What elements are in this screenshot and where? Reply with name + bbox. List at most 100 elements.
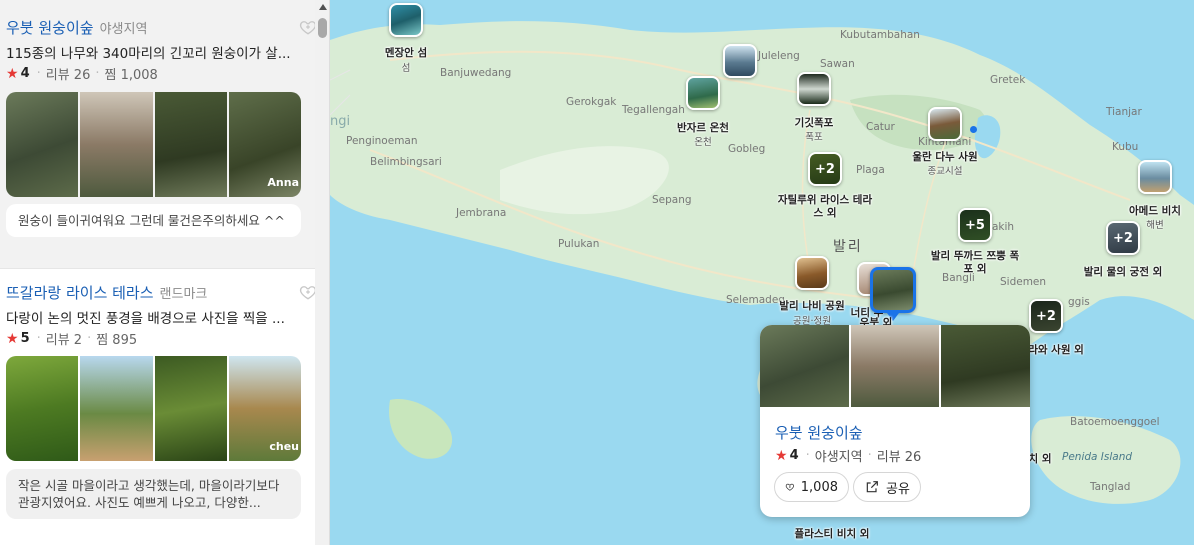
star-icon: ★ bbox=[6, 65, 19, 82]
marker-name: 아메드 비치 bbox=[1129, 205, 1181, 217]
popup-photo[interactable] bbox=[760, 325, 849, 407]
review-count: 리뷰 26 bbox=[45, 68, 91, 83]
marker-name: 발리 물의 궁전 외 bbox=[1083, 266, 1163, 278]
popup-photo[interactable] bbox=[850, 325, 940, 407]
results-sidebar: 우붓 원숭이숲 야생지역 115종의 나무와 340마리의 긴꼬리 원숭이가 살… bbox=[0, 0, 330, 545]
map-area-label: 발리 bbox=[833, 239, 863, 255]
map-place-marker[interactable] bbox=[795, 256, 829, 290]
review-count: 리뷰 2 bbox=[45, 333, 83, 348]
place-category: 야생지역 bbox=[99, 21, 148, 37]
selected-place-marker[interactable] bbox=[870, 267, 916, 313]
photo-author: Anna bbox=[267, 176, 299, 189]
marker-category: 폭포 bbox=[805, 132, 823, 143]
place-photo[interactable]: Anna bbox=[228, 92, 301, 197]
map-area-label: Tanglad bbox=[1090, 481, 1131, 493]
map-place-marker[interactable] bbox=[723, 44, 757, 78]
map-area-label: Belimbingsari bbox=[370, 156, 442, 168]
place-name-link[interactable]: 우붓 원숭이숲 bbox=[6, 17, 94, 38]
like-count: 1,008 bbox=[800, 479, 838, 495]
marker-name: 치 외 bbox=[1028, 453, 1052, 465]
save-count: 찜 895 bbox=[96, 333, 138, 348]
place-photo[interactable] bbox=[154, 356, 227, 461]
popup-photo[interactable] bbox=[941, 325, 1030, 407]
separator-dot: · bbox=[805, 448, 810, 463]
location-dot bbox=[970, 126, 977, 133]
cluster-count: +2 bbox=[1031, 301, 1061, 331]
marker-category: 종교시설 bbox=[927, 166, 963, 177]
map-area-label: Juleleng bbox=[758, 50, 800, 62]
marker-name: 울란 다누 사원 bbox=[912, 151, 978, 163]
marker-name: 플라스티 비치 외 bbox=[794, 528, 870, 540]
separator-dot: · bbox=[36, 66, 41, 81]
place-name-link[interactable]: 뜨갈라랑 라이스 테라스 bbox=[6, 282, 154, 303]
map-area-label: Penida Island bbox=[1062, 451, 1133, 463]
review-snippet[interactable]: 작은 시골 마을이라고 생각했는데, 마을이라기보다 관광지였어요. 사진도 예… bbox=[6, 469, 301, 519]
star-icon: ★ bbox=[6, 330, 19, 347]
separator-dot: · bbox=[867, 448, 872, 463]
map-area-label: Sepang bbox=[652, 194, 692, 206]
map-area-label: Plaga bbox=[856, 164, 885, 176]
cluster-count: +5 bbox=[960, 210, 990, 240]
map-cluster-marker[interactable]: +2 bbox=[808, 152, 842, 186]
share-icon bbox=[866, 481, 878, 493]
map-area-label: Kubutambahan bbox=[840, 29, 920, 41]
place-popup-card[interactable]: 우붓 원숭이숲 ★ 4 · 야생지역 · 리뷰 26 1,008 공유 bbox=[760, 325, 1030, 517]
like-button[interactable]: 1,008 bbox=[774, 472, 849, 502]
place-photo[interactable] bbox=[6, 92, 79, 197]
map-area-label: Sidemen bbox=[1000, 276, 1047, 288]
rating-value: 5 bbox=[20, 331, 30, 346]
popup-place-name[interactable]: 우붓 원숭이숲 bbox=[775, 422, 863, 443]
popup-review-count: 리뷰 26 bbox=[876, 450, 922, 465]
share-label: 공유 bbox=[886, 481, 910, 497]
map-place-marker[interactable] bbox=[389, 3, 423, 37]
place-photo[interactable] bbox=[80, 356, 153, 461]
review-snippet[interactable]: 원숭이 들이귀여워요 그런데 물건은주의하세요 ^^ bbox=[6, 204, 301, 237]
separator-dot: · bbox=[36, 331, 41, 346]
map-area-label: Pulukan bbox=[558, 238, 600, 250]
marker-name: 자틸루위 라이스 테라스 외 bbox=[777, 194, 873, 219]
marker-category: 해변 bbox=[1146, 220, 1164, 231]
map-cluster-marker[interactable]: +2 bbox=[1106, 221, 1140, 255]
map-area-label: Tianjar bbox=[1106, 106, 1142, 118]
marker-name: 발리 뚜까드 쯔뿡 폭포 외 bbox=[930, 250, 1020, 275]
map-area-label: akih bbox=[992, 221, 1015, 233]
map-area-label: Penginoeman bbox=[346, 135, 418, 147]
map-place-marker[interactable] bbox=[797, 72, 831, 106]
scroll-thumb[interactable] bbox=[318, 18, 327, 38]
cluster-count: +2 bbox=[1108, 223, 1138, 253]
separator-dot: · bbox=[95, 66, 100, 81]
map-cluster-marker[interactable]: +5 bbox=[958, 208, 992, 242]
marker-category: 섬 bbox=[401, 63, 411, 74]
map-place-marker[interactable] bbox=[928, 107, 962, 141]
photo-strip[interactable]: cheu bbox=[6, 356, 301, 461]
map-area-label: Batoemoenggoel bbox=[1070, 416, 1160, 428]
marker-name: 멘장안 섬 bbox=[384, 47, 428, 59]
place-category: 랜드마크 bbox=[159, 286, 208, 302]
sidebar-scrollbar[interactable] bbox=[315, 0, 329, 545]
photo-strip[interactable]: Anna bbox=[6, 92, 301, 197]
scroll-up-arrow-icon[interactable] bbox=[319, 4, 327, 10]
place-description: 115종의 나무와 340마리의 긴꼬리 원숭이가 살... bbox=[6, 46, 291, 62]
place-meta: ★ 5 · 리뷰 2 · 찜 895 bbox=[6, 329, 138, 349]
map-area-label: Jembrana bbox=[456, 207, 507, 219]
place-photo[interactable] bbox=[80, 92, 153, 197]
popup-meta: ★ 4 · 야생지역 · 리뷰 26 bbox=[775, 446, 922, 466]
map-area-label: Gerokgak bbox=[566, 96, 617, 108]
place-meta: ★ 4 · 리뷰 26 · 찜 1,008 bbox=[6, 64, 158, 84]
share-button[interactable]: 공유 bbox=[853, 472, 921, 502]
cluster-count: +2 bbox=[810, 154, 840, 184]
popup-photo-strip[interactable] bbox=[760, 325, 1030, 407]
place-photo[interactable]: cheu bbox=[228, 356, 301, 461]
place-photo[interactable] bbox=[6, 356, 79, 461]
popup-rating: 4 bbox=[789, 448, 799, 463]
map-area-label: Tegallengah bbox=[622, 104, 685, 116]
place-photo[interactable] bbox=[154, 92, 227, 197]
marker-name: 발리 나비 공원 bbox=[779, 300, 845, 312]
map-place-marker[interactable] bbox=[1138, 160, 1172, 194]
map-area-label: Catur bbox=[866, 121, 895, 133]
map-place-marker[interactable] bbox=[686, 76, 720, 110]
place-title-row: 뜨갈라랑 라이스 테라스 랜드마크 bbox=[6, 280, 315, 304]
map-area-label: ggis bbox=[1068, 296, 1090, 308]
heart-icon bbox=[785, 483, 794, 491]
map-cluster-marker[interactable]: +2 bbox=[1029, 299, 1063, 333]
